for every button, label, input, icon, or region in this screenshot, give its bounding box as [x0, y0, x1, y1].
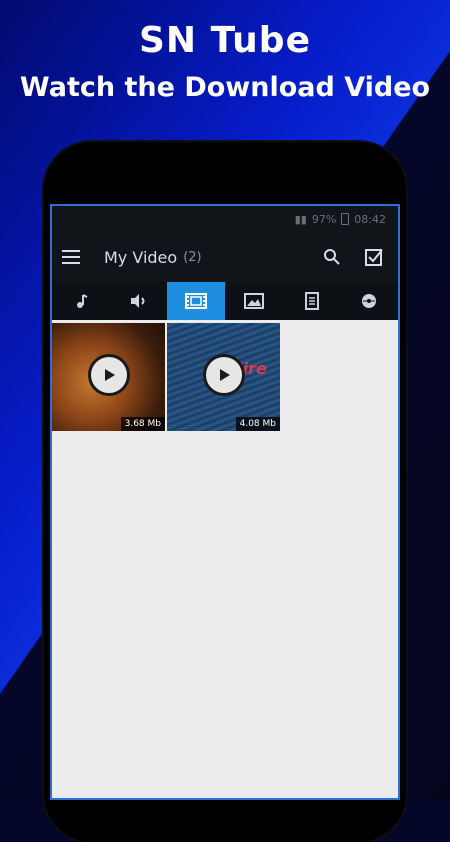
video-thumbnail[interactable]: 3.68 Mb	[52, 323, 165, 431]
tab-audio[interactable]	[110, 282, 168, 320]
promo-headline: SN Tube Watch the Download Video	[0, 18, 450, 106]
file-size: 4.08 Mb	[235, 417, 280, 431]
promo-title: SN Tube	[138, 20, 311, 61]
video-grid: 3.68 Mb Wire 4.08 Mb	[52, 320, 398, 431]
clock: 08:42	[354, 212, 386, 226]
select-button[interactable]	[360, 243, 388, 271]
video-icon	[185, 293, 208, 309]
search-icon	[324, 249, 340, 265]
tab-music[interactable]	[52, 282, 110, 320]
signal-icon: ▮▮	[294, 212, 307, 226]
video-count: (2)	[183, 249, 202, 265]
music-note-icon	[76, 294, 88, 308]
file-size: 3.68 Mb	[120, 417, 165, 431]
tab-disc[interactable]	[340, 282, 398, 320]
disc-icon	[362, 294, 377, 308]
tab-video[interactable]	[167, 282, 226, 320]
app-bar: My Video (2)	[52, 232, 398, 282]
image-icon	[243, 293, 264, 309]
speaker-icon	[130, 294, 144, 308]
play-icon	[219, 369, 230, 381]
search-button[interactable]	[318, 243, 346, 271]
play-button[interactable]	[87, 354, 130, 396]
tab-documents[interactable]	[283, 282, 341, 320]
media-tabs	[52, 282, 398, 320]
checkbox-icon	[365, 249, 383, 266]
page-title: My Video	[104, 247, 178, 267]
document-icon	[304, 292, 319, 310]
tab-images[interactable]	[225, 282, 283, 320]
battery-icon	[341, 213, 350, 225]
battery-level: 97%	[311, 212, 337, 226]
status-bar: ▮▮ 97% 08:42	[52, 206, 398, 232]
play-icon	[104, 369, 115, 381]
play-button[interactable]	[202, 354, 245, 396]
promo-subtitle: Watch the Download Video	[19, 72, 431, 103]
menu-icon[interactable]	[62, 246, 84, 268]
video-thumbnail[interactable]: Wire 4.08 Mb	[167, 323, 280, 431]
app-screen: ▮▮ 97% 08:42 My Video (2) 3.68 Mb Wire 4…	[50, 204, 400, 800]
